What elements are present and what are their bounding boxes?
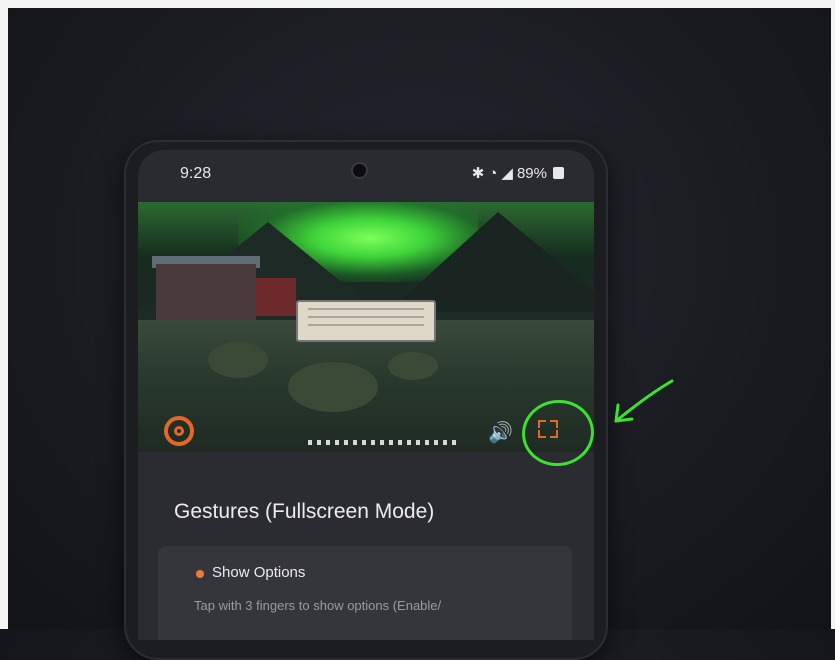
- app-logo-icon[interactable]: [164, 416, 194, 446]
- house: [156, 264, 256, 320]
- bluetooth-icon: ✱: [471, 165, 485, 182]
- signal-icon: ◢: [501, 165, 513, 182]
- status-icons: ✱ ◔ ◢ 89%: [472, 164, 564, 182]
- photo-border-left: [0, 0, 8, 629]
- volume-icon[interactable]: 🔊: [488, 420, 513, 445]
- photo-border-top: [0, 0, 835, 8]
- remote-taskbar: [308, 440, 458, 445]
- battery-icon: [553, 167, 564, 179]
- section-title: Gestures (Fullscreen Mode): [174, 500, 435, 523]
- wifi-icon: ◔: [488, 164, 498, 182]
- option-description: Tap with 3 fingers to show options (Enab…: [194, 598, 442, 613]
- status-time: 9:28: [180, 165, 212, 182]
- battery-percent: 89%: [516, 164, 547, 182]
- annotation-arrow-icon: [614, 379, 674, 423]
- phone-screen: 9:28 ✱ ◔ ◢ 89% 🔊 Gestures (Fullscreen Mo…: [138, 150, 594, 640]
- video-player[interactable]: 🔊: [138, 202, 594, 452]
- rock: [288, 362, 378, 412]
- bullet-icon: [196, 570, 204, 578]
- red-house: [256, 278, 296, 316]
- option-title: Show Options: [212, 564, 306, 581]
- option-card[interactable]: Show Options Tap with 3 fingers to show …: [158, 546, 572, 640]
- remote-dialog-window: [296, 300, 436, 342]
- mountain-right: [388, 212, 594, 312]
- settings-content: Gestures (Fullscreen Mode) Show Options …: [138, 452, 594, 640]
- rock: [388, 352, 438, 380]
- rock: [208, 342, 268, 378]
- front-camera: [353, 164, 366, 177]
- status-bar: 9:28 ✱ ◔ ◢ 89%: [138, 150, 594, 200]
- photo-border-right: [831, 0, 835, 629]
